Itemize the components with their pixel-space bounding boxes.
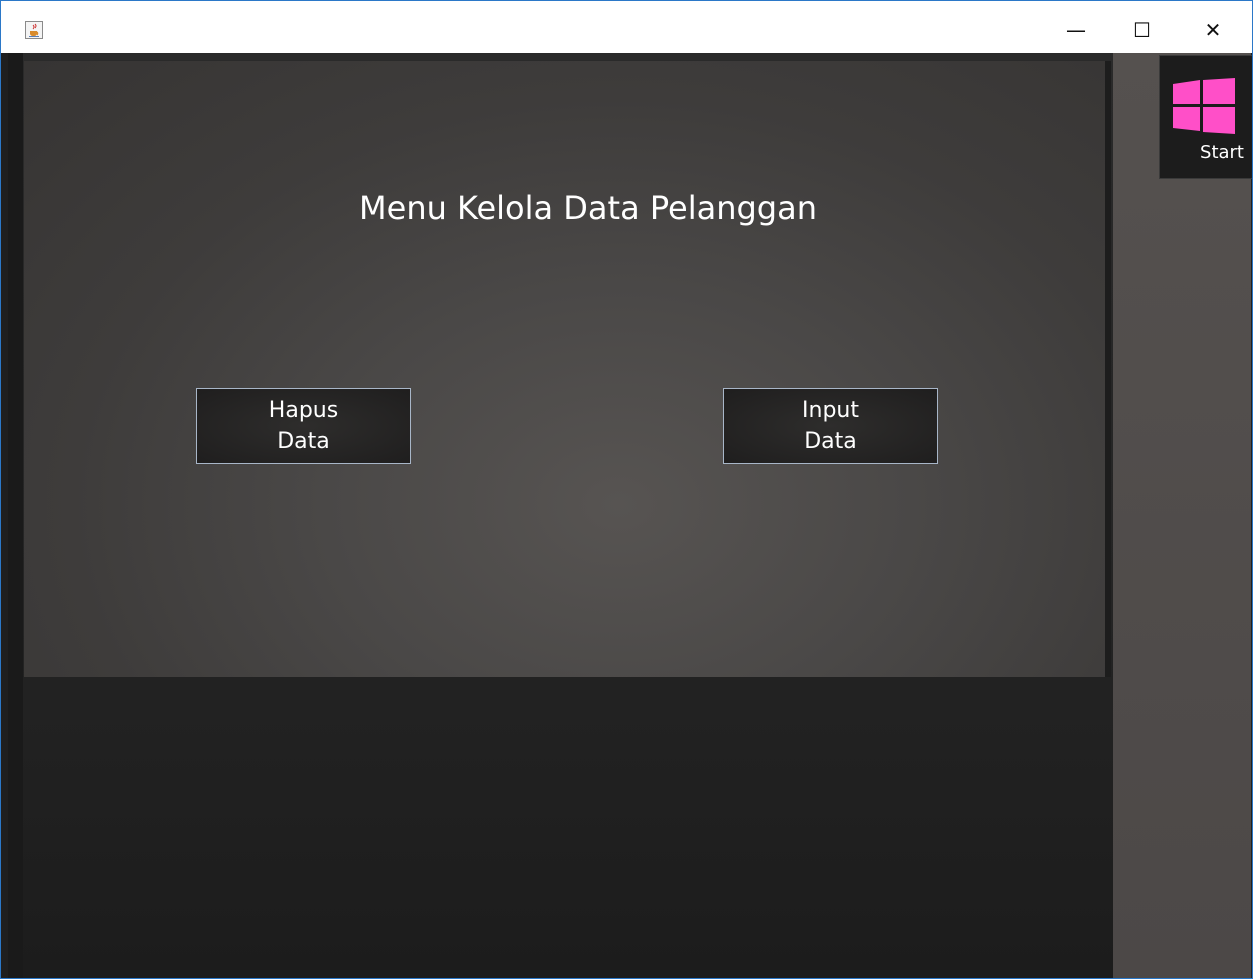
title-bar[interactable]: — ☐ ✕ — [1, 1, 1252, 53]
hapus-data-label-line2: Data — [277, 429, 330, 454]
maximize-icon: ☐ — [1133, 18, 1151, 42]
start-button[interactable]: Start — [1159, 55, 1252, 179]
minimize-button[interactable]: — — [1053, 7, 1099, 53]
close-button[interactable]: ✕ — [1190, 7, 1236, 53]
main-panel: Menu Kelola Data Pelanggan Hapus Data In… — [24, 61, 1111, 677]
app-window: — ☐ ✕ Menu Kelola Data Pelanggan Hapus D… — [0, 0, 1253, 979]
hapus-data-label-line1: Hapus — [268, 398, 339, 423]
input-data-button[interactable]: Input Data — [723, 388, 938, 464]
page-title: Menu Kelola Data Pelanggan — [359, 189, 817, 227]
windows-logo-icon — [1173, 78, 1235, 134]
java-cup-icon[interactable] — [25, 21, 43, 39]
maximize-button[interactable]: ☐ — [1119, 7, 1165, 53]
minimize-icon: — — [1066, 18, 1086, 42]
left-edge-strip — [8, 53, 23, 978]
input-data-label-line1: Input — [802, 398, 859, 423]
content-area: Menu Kelola Data Pelanggan Hapus Data In… — [8, 53, 1252, 978]
hapus-data-button[interactable]: Hapus Data — [196, 388, 411, 464]
right-sidebar — [1113, 53, 1251, 978]
start-label: Start — [1200, 142, 1244, 163]
input-data-label-line2: Data — [804, 429, 857, 454]
close-icon: ✕ — [1204, 18, 1222, 42]
